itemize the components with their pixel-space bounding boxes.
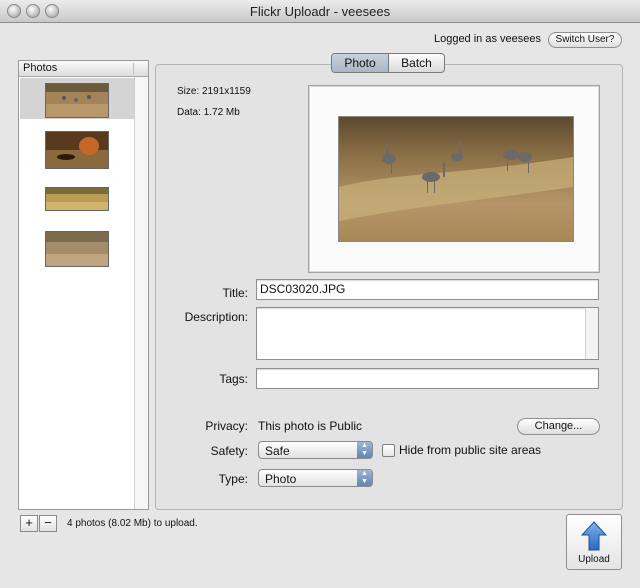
title-label: Title: (222, 286, 248, 300)
switch-user-button[interactable]: Switch User? (548, 32, 622, 48)
upload-button[interactable]: Upload (566, 514, 622, 570)
change-privacy-button[interactable]: Change... (517, 418, 600, 435)
photo-list-item-2[interactable] (20, 123, 134, 169)
dog-thumbnail (45, 131, 109, 169)
header-divider (133, 63, 134, 74)
hide-from-public-label: Hide from public site areas (399, 443, 542, 457)
description-label: Description: (184, 310, 248, 324)
remove-photo-button[interactable]: − (39, 515, 57, 532)
preview-image (338, 116, 574, 242)
photo-preview (308, 85, 600, 273)
type-select[interactable]: Photo ▲ ▼ (258, 469, 373, 487)
photo-data-size: Data: 1.72 Mb (177, 107, 240, 118)
safety-value: Safe (265, 444, 290, 458)
description-textarea[interactable] (256, 307, 599, 360)
privacy-label: Privacy: (205, 419, 248, 433)
upload-arrow-icon (581, 521, 607, 551)
photo-list-item-3[interactable] (20, 173, 134, 214)
cranes-thumbnail (45, 83, 109, 118)
description-scrollbar[interactable] (585, 308, 598, 359)
type-label: Type: (218, 472, 248, 486)
dry-grass-thumbnail (45, 231, 109, 267)
photos-list[interactable]: Photos (18, 60, 149, 510)
window-title: Flickr Uploadr - veesees (249, 4, 391, 19)
photo-size: Size: 2191x1159 (177, 86, 251, 97)
safety-label: Safety: (210, 444, 248, 458)
privacy-value: This photo is Public (258, 419, 363, 433)
photo-list-item-1[interactable] (20, 78, 134, 119)
view-tabs: Photo Batch (331, 53, 445, 73)
tab-photo[interactable]: Photo (332, 54, 388, 72)
hide-from-public-checkbox[interactable] (382, 444, 395, 457)
popup-arrows-icon: ▲ ▼ (357, 470, 372, 486)
safety-select[interactable]: Safe ▲ ▼ (258, 441, 373, 459)
tags-input[interactable] (256, 368, 599, 389)
type-value: Photo (265, 472, 297, 486)
upload-status: 4 photos (8.02 Mb) to upload. (67, 518, 198, 529)
photos-scrollbar[interactable] (134, 77, 148, 509)
photo-list-item-4[interactable] (20, 223, 134, 267)
tags-label: Tags: (219, 372, 248, 386)
photos-header-label: Photos (23, 62, 58, 74)
tab-batch[interactable]: Batch (389, 54, 444, 72)
title-bar[interactable]: Flickr Uploadr - veesees (0, 0, 640, 23)
popup-arrows-icon: ▲ ▼ (357, 442, 372, 458)
grass-thumbnail (45, 187, 109, 211)
login-status: Logged in as veesees (433, 33, 541, 45)
add-photo-button[interactable]: + (20, 515, 38, 532)
title-input[interactable]: DSC03020.JPG (256, 279, 599, 300)
photos-column-header[interactable]: Photos (19, 61, 148, 77)
upload-label: Upload (578, 554, 610, 565)
